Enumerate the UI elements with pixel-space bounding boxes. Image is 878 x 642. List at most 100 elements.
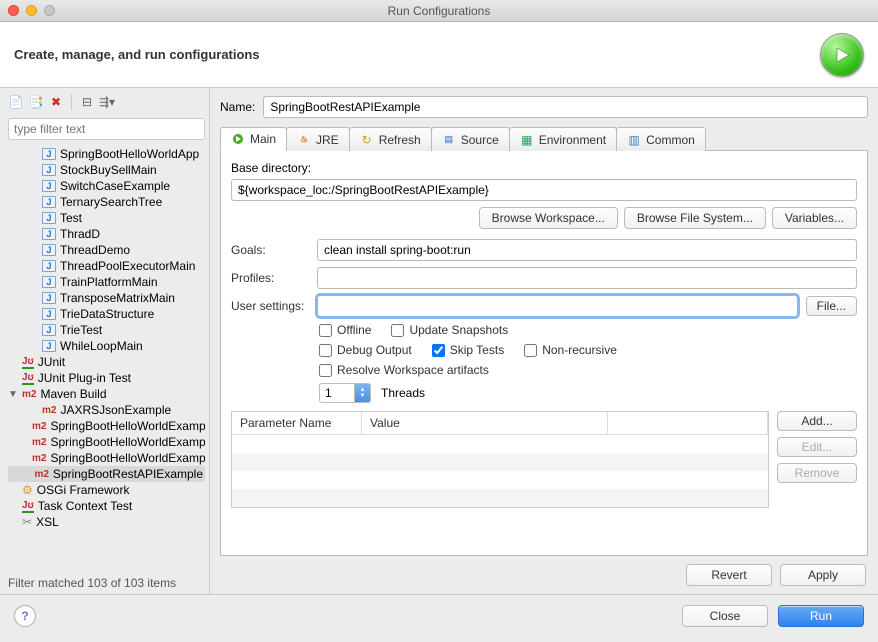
- tree-item[interactable]: JTrieDataStructure: [8, 306, 205, 322]
- tree-item[interactable]: JTest: [8, 210, 205, 226]
- filter-menu-icon[interactable]: ⇶▾: [99, 94, 115, 110]
- profiles-input[interactable]: [317, 267, 857, 289]
- sidebar-toolbar: 📄 📑 ✖ ⊟ ⇶▾: [8, 94, 205, 114]
- tree-item[interactable]: JʊJUnit Plug-in Test: [8, 370, 205, 386]
- help-icon[interactable]: ?: [14, 605, 36, 627]
- tree-item[interactable]: m2JAXRSJsonExample: [8, 402, 205, 418]
- tree-item[interactable]: ⚙OSGi Framework: [8, 482, 205, 498]
- user-settings-input[interactable]: [317, 295, 798, 317]
- run-button[interactable]: Run: [778, 605, 864, 627]
- add-param-button[interactable]: Add...: [777, 411, 857, 431]
- env-icon: ▦: [520, 133, 534, 147]
- tab-source[interactable]: ▤Source: [431, 127, 510, 151]
- tree-item[interactable]: m2SpringBootHelloWorldExample: [8, 418, 205, 434]
- non-recursive-checkbox[interactable]: Non-recursive: [524, 343, 617, 357]
- source-icon: ▤: [442, 133, 456, 147]
- window-title: Run Configurations: [0, 4, 878, 18]
- tree-item[interactable]: JStockBuySellMain: [8, 162, 205, 178]
- table-row[interactable]: [232, 453, 768, 471]
- close-button[interactable]: Close: [682, 605, 768, 627]
- table-row[interactable]: [232, 435, 768, 453]
- java-run-icon: J: [42, 308, 56, 320]
- file-button[interactable]: File...: [806, 296, 857, 316]
- tab-label: Refresh: [379, 133, 421, 147]
- tab-jre[interactable]: ♨JRE: [286, 127, 350, 151]
- tree-item-label: TernarySearchTree: [60, 195, 162, 209]
- java-run-icon: J: [42, 276, 56, 288]
- skip-tests-checkbox[interactable]: Skip Tests: [432, 343, 504, 357]
- tree-item[interactable]: JWhileLoopMain: [8, 338, 205, 354]
- tree-item[interactable]: m2SpringBootHelloWorldExample: [8, 434, 205, 450]
- maven-icon: m2: [22, 389, 36, 400]
- user-settings-label: User settings:: [231, 299, 309, 313]
- tree-item-label: ThradD: [60, 227, 100, 241]
- maven-icon: m2: [32, 421, 46, 432]
- tree-item-label: SwitchCaseExample: [60, 179, 170, 193]
- run-icon: [231, 132, 245, 146]
- config-tree[interactable]: JSpringBootHelloWorldAppJStockBuySellMai…: [8, 146, 205, 572]
- tree-item[interactable]: ▼m2Maven Build: [8, 386, 205, 402]
- tree-item[interactable]: ✂XSL: [8, 514, 205, 530]
- tab-label: Common: [646, 133, 695, 147]
- profiles-label: Profiles:: [231, 271, 309, 285]
- tree-item[interactable]: J ThradD: [8, 226, 205, 242]
- new-config-icon[interactable]: 📄: [8, 94, 24, 110]
- tree-item[interactable]: JSpringBootHelloWorldApp: [8, 146, 205, 162]
- update-snapshots-checkbox[interactable]: Update Snapshots: [391, 323, 508, 337]
- tree-item-label: ThreadDemo: [60, 243, 130, 257]
- tree-item-label: XSL: [36, 515, 59, 529]
- resolve-workspace-checkbox[interactable]: Resolve Workspace artifacts: [319, 363, 489, 377]
- revert-button[interactable]: Revert: [686, 564, 772, 586]
- browse-workspace-button[interactable]: Browse Workspace...: [479, 207, 618, 229]
- threads-spinner[interactable]: ▲▼: [319, 383, 371, 403]
- tree-item[interactable]: m2SpringBootRestAPIExample: [8, 466, 205, 482]
- tree-item-label: WhileLoopMain: [60, 339, 143, 353]
- tab-label: Main: [250, 132, 276, 146]
- tree-item[interactable]: JThreadDemo: [8, 242, 205, 258]
- table-row[interactable]: [232, 471, 768, 489]
- header-title: Create, manage, and run configurations: [14, 47, 260, 62]
- tree-item[interactable]: JTrieTest: [8, 322, 205, 338]
- sidebar: 📄 📑 ✖ ⊟ ⇶▾ JSpringBootHelloWorldAppJStoc…: [0, 88, 210, 594]
- base-dir-input[interactable]: [231, 179, 857, 201]
- tab-common[interactable]: ▥Common: [616, 127, 706, 151]
- name-input[interactable]: [263, 96, 868, 118]
- threads-value[interactable]: [319, 383, 355, 403]
- filter-input[interactable]: [8, 118, 205, 140]
- parameters-table[interactable]: Parameter Name Value: [231, 411, 769, 508]
- java-run-icon: J: [42, 228, 56, 240]
- tab-refresh[interactable]: ↻Refresh: [349, 127, 432, 151]
- tree-item[interactable]: J SwitchCaseExample: [8, 178, 205, 194]
- offline-checkbox[interactable]: Offline: [319, 323, 371, 337]
- java-run-icon: J: [42, 164, 56, 176]
- main-panel: Name: Main♨JRE↻Refresh▤Source▦Environmen…: [210, 88, 878, 594]
- duplicate-config-icon[interactable]: 📑: [28, 94, 44, 110]
- maven-icon: m2: [32, 437, 46, 448]
- browse-filesystem-button[interactable]: Browse File System...: [624, 207, 766, 229]
- tree-item[interactable]: JTrainPlatformMain: [8, 274, 205, 290]
- table-row[interactable]: [232, 489, 768, 507]
- param-col-name: Parameter Name: [232, 412, 362, 434]
- tree-item[interactable]: JTernarySearchTree: [8, 194, 205, 210]
- tree-item-label: SpringBootHelloWorldApp: [60, 147, 199, 161]
- tab-main[interactable]: Main: [220, 127, 287, 151]
- remove-param-button: Remove: [777, 463, 857, 483]
- tab-environment[interactable]: ▦Environment: [509, 127, 617, 151]
- java-run-icon: J: [42, 292, 56, 304]
- tree-item[interactable]: JʊJUnit: [8, 354, 205, 370]
- maven-icon: m2: [42, 405, 56, 416]
- collapse-all-icon[interactable]: ⊟: [79, 94, 95, 110]
- debug-output-checkbox[interactable]: Debug Output: [319, 343, 412, 357]
- edit-param-button: Edit...: [777, 437, 857, 457]
- java-run-icon: J: [42, 180, 56, 192]
- tree-item[interactable]: JTransposeMatrixMain: [8, 290, 205, 306]
- tree-item[interactable]: m2SpringBootHelloWorldExample: [8, 450, 205, 466]
- tree-item[interactable]: JʊTask Context Test: [8, 498, 205, 514]
- delete-config-icon[interactable]: ✖: [48, 94, 64, 110]
- tree-item[interactable]: JThreadPoolExecutorMain: [8, 258, 205, 274]
- junit-icon: Jʊ: [22, 500, 34, 513]
- goals-input[interactable]: [317, 239, 857, 261]
- junit-icon: Jʊ: [22, 372, 34, 385]
- variables-button[interactable]: Variables...: [772, 207, 857, 229]
- apply-button[interactable]: Apply: [780, 564, 866, 586]
